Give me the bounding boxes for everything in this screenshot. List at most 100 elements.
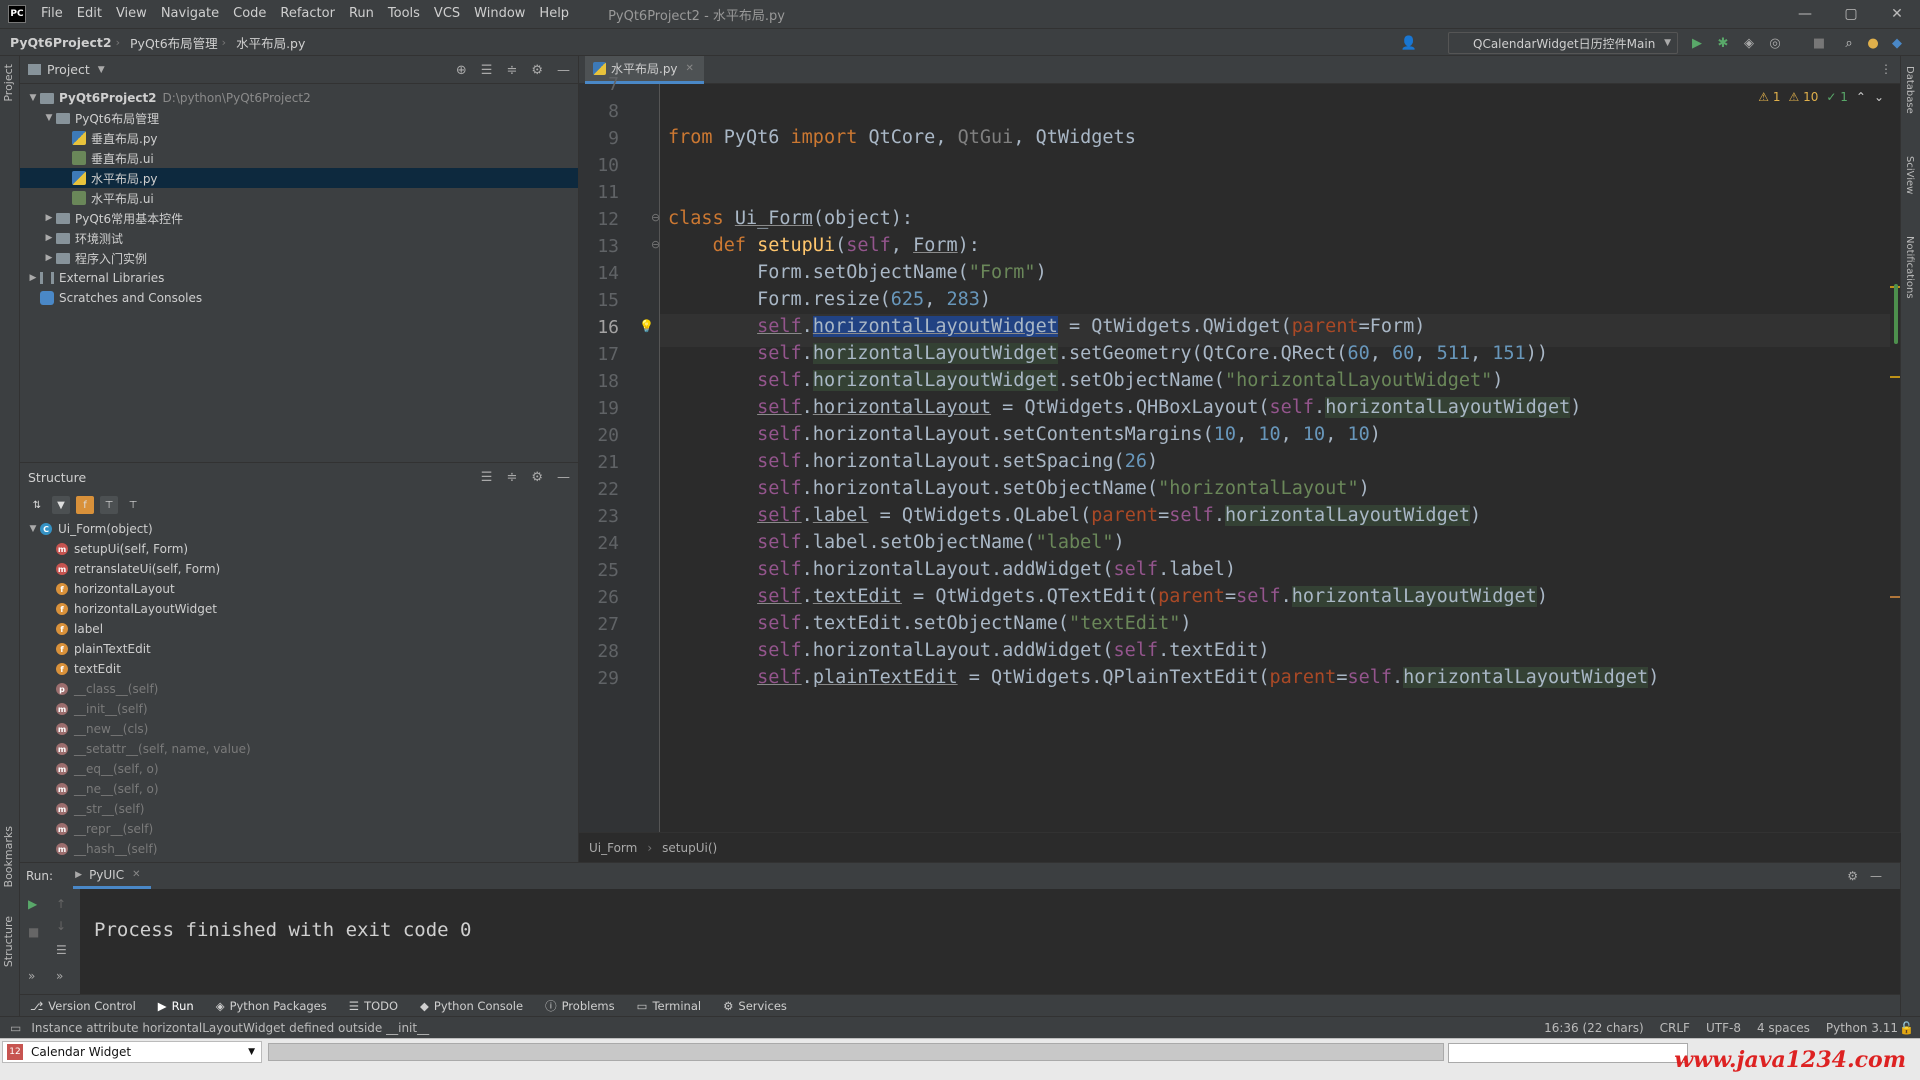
project-tree-item[interactable]: 垂直布局.py <box>20 128 578 148</box>
show-fields-icon[interactable]: f <box>76 496 94 514</box>
structure-item[interactable]: f plainTextEdit <box>20 639 578 659</box>
sciview-tool-tab[interactable]: SciView <box>1904 156 1915 194</box>
hide-icon[interactable]: — <box>557 470 570 485</box>
database-tool-tab[interactable]: Database <box>1904 66 1915 114</box>
coverage-icon[interactable]: ◈ <box>1740 34 1758 52</box>
tool-python-packages[interactable]: ◈ Python Packages <box>216 999 327 1013</box>
updates-icon[interactable]: ● <box>1864 34 1882 52</box>
structure-item[interactable]: m __str__(self) <box>20 799 578 819</box>
tool-version-control[interactable]: ⎇ Version Control <box>30 999 136 1013</box>
fold-icon[interactable]: ⊖ <box>651 238 660 251</box>
code-line[interactable]: self.horizontalLayout.setSpacing(26) <box>668 451 1158 472</box>
structure-item[interactable]: m __new__(cls) <box>20 719 578 739</box>
status-toggle-icon[interactable]: ▭ <box>10 1021 21 1035</box>
tool-todo[interactable]: ☰ TODO <box>349 999 398 1013</box>
breadcrumb-folder[interactable]: PyQt6布局管理 <box>120 33 222 52</box>
gear-icon[interactable]: ⚙ <box>1847 869 1858 883</box>
structure-item[interactable]: m retranslateUi(self, Form) <box>20 559 578 579</box>
more-icon[interactable]: ⋮ <box>1880 62 1892 76</box>
sort-alpha-icon[interactable]: ⇅ <box>28 496 46 514</box>
code-line[interactable]: self.horizontalLayoutWidget.setObjectNam… <box>668 370 1503 391</box>
down-icon[interactable]: ↓ <box>56 919 66 933</box>
run-icon[interactable]: ▶ <box>1688 34 1706 52</box>
structure-item[interactable]: m __hash__(self) <box>20 839 578 859</box>
more-icon[interactable]: » <box>28 969 35 983</box>
maximize-button[interactable]: ▢ <box>1828 0 1874 28</box>
navigate-icon[interactable]: ⊤ <box>124 496 142 514</box>
close-window-button[interactable]: ✕ <box>1874 0 1920 28</box>
code-line[interactable]: self.label.setObjectName("label") <box>668 532 1125 553</box>
breadcrumb-class[interactable]: Ui_Form <box>589 841 637 855</box>
structure-item[interactable]: m __eq__(self, o) <box>20 759 578 779</box>
indent-setting[interactable]: 4 spaces <box>1757 1021 1810 1035</box>
menu-refactor[interactable]: Refactor <box>273 0 342 28</box>
project-tree-item[interactable]: ▼ PyQt6布局管理 <box>20 108 578 128</box>
code-line[interactable]: self.horizontalLayout.addWidget(self.lab… <box>668 559 1236 580</box>
project-tree-item[interactable]: 垂直布局.ui <box>20 148 578 168</box>
code-line[interactable]: self.horizontalLayoutWidget = QtWidgets.… <box>668 316 1425 337</box>
profile-icon[interactable]: ◎ <box>1766 34 1784 52</box>
menu-help[interactable]: Help <box>532 0 576 28</box>
line-separator[interactable]: CRLF <box>1660 1021 1690 1035</box>
taskbar-field[interactable] <box>1448 1043 1688 1063</box>
minimize-button[interactable]: — <box>1782 0 1828 28</box>
calendar-widget-task[interactable]: 12 Calendar Widget ▼ <box>2 1041 262 1063</box>
close-tab-icon[interactable]: ✕ <box>132 869 140 880</box>
close-tab-icon[interactable]: ✕ <box>686 63 694 74</box>
code-line[interactable]: self.horizontalLayout.addWidget(self.tex… <box>668 640 1269 661</box>
tool-python-console[interactable]: ◆ Python Console <box>420 999 523 1013</box>
structure-item[interactable]: m __setattr__(self, name, value) <box>20 739 578 759</box>
hide-icon[interactable]: — <box>557 63 570 78</box>
stop-icon[interactable]: ■ <box>1810 34 1828 52</box>
menu-vcs[interactable]: VCS <box>427 0 467 28</box>
locate-file-icon[interactable]: ⊕ <box>456 63 467 78</box>
project-tree-item[interactable]: Scratches and Consoles <box>20 288 578 308</box>
menu-code[interactable]: Code <box>226 0 273 28</box>
expand-all-icon[interactable]: ☰ <box>481 470 493 485</box>
user-icon[interactable]: 👤 <box>1400 34 1418 52</box>
tool-services[interactable]: ⚙ Services <box>723 999 787 1013</box>
structure-item[interactable]: p __class__(self) <box>20 679 578 699</box>
project-tree-item[interactable]: ▶ PyQt6常用基本控件 <box>20 208 578 228</box>
structure-item[interactable]: f horizontalLayout <box>20 579 578 599</box>
project-tool-tab[interactable]: Project <box>2 64 15 102</box>
menu-file[interactable]: File <box>34 0 70 28</box>
chevron-right-icon[interactable]: ▶ <box>26 273 40 283</box>
menu-view[interactable]: View <box>109 0 154 28</box>
structure-item[interactable]: ▼ C Ui_Form(object) <box>20 519 578 539</box>
hide-icon[interactable]: — <box>1870 869 1882 883</box>
code-line[interactable]: self.horizontalLayout = QtWidgets.QHBoxL… <box>668 397 1581 418</box>
project-tree-item[interactable]: 水平布局.ui <box>20 188 578 208</box>
python-interpreter[interactable]: Python 3.11 <box>1826 1021 1898 1035</box>
code-line[interactable]: self.horizontalLayout.setObjectName("hor… <box>668 478 1370 499</box>
tool-run[interactable]: ▶ Run <box>158 999 194 1013</box>
rerun-icon[interactable]: ▶ <box>28 897 37 911</box>
structure-item[interactable]: m __ne__(self, o) <box>20 779 578 799</box>
breadcrumb-method[interactable]: setupUi() <box>662 841 717 855</box>
run-configuration-select[interactable]: QCalendarWidget日历控件Main ▼ <box>1448 32 1678 54</box>
code-line[interactable]: Form.resize(625, 283) <box>668 289 991 310</box>
chevron-right-icon[interactable]: ▶ <box>42 233 56 243</box>
fold-icon[interactable]: ⊖ <box>651 211 660 224</box>
structure-item[interactable]: m setupUi(self, Form) <box>20 539 578 559</box>
structure-item[interactable]: m __init__(self) <box>20 699 578 719</box>
structure-item[interactable]: f textEdit <box>20 659 578 679</box>
search-icon[interactable]: ⌕ <box>1840 34 1858 52</box>
code-line[interactable]: self.textEdit = QtWidgets.QTextEdit(pare… <box>668 586 1548 607</box>
stop-icon[interactable]: ■ <box>28 925 39 939</box>
code-area[interactable]: 7 8 9 from PyQt6 import QtCore, QtGui, QtWi… <box>579 74 1901 832</box>
soft-wrap-icon[interactable]: ☰ <box>56 943 67 957</box>
collapse-all-icon[interactable]: ≑ <box>506 470 517 485</box>
structure-item[interactable]: f label <box>20 619 578 639</box>
editor-scrollbar[interactable] <box>1890 94 1900 794</box>
chevron-down-icon[interactable]: ▼ <box>98 65 105 75</box>
gear-icon[interactable]: ⚙ <box>531 63 543 78</box>
lock-icon[interactable]: 🔓 <box>1899 1021 1914 1035</box>
menu-window[interactable]: Window <box>467 0 532 28</box>
code-line[interactable]: self.horizontalLayout.setContentsMargins… <box>668 424 1381 445</box>
debug-icon[interactable]: ✱ <box>1714 34 1732 52</box>
jetbrains-icon[interactable]: ◆ <box>1888 34 1906 52</box>
file-encoding[interactable]: UTF-8 <box>1706 1021 1741 1035</box>
project-tree-item[interactable]: ▶ External Libraries <box>20 268 578 288</box>
chevron-right-icon[interactable]: ▶ <box>42 213 56 223</box>
